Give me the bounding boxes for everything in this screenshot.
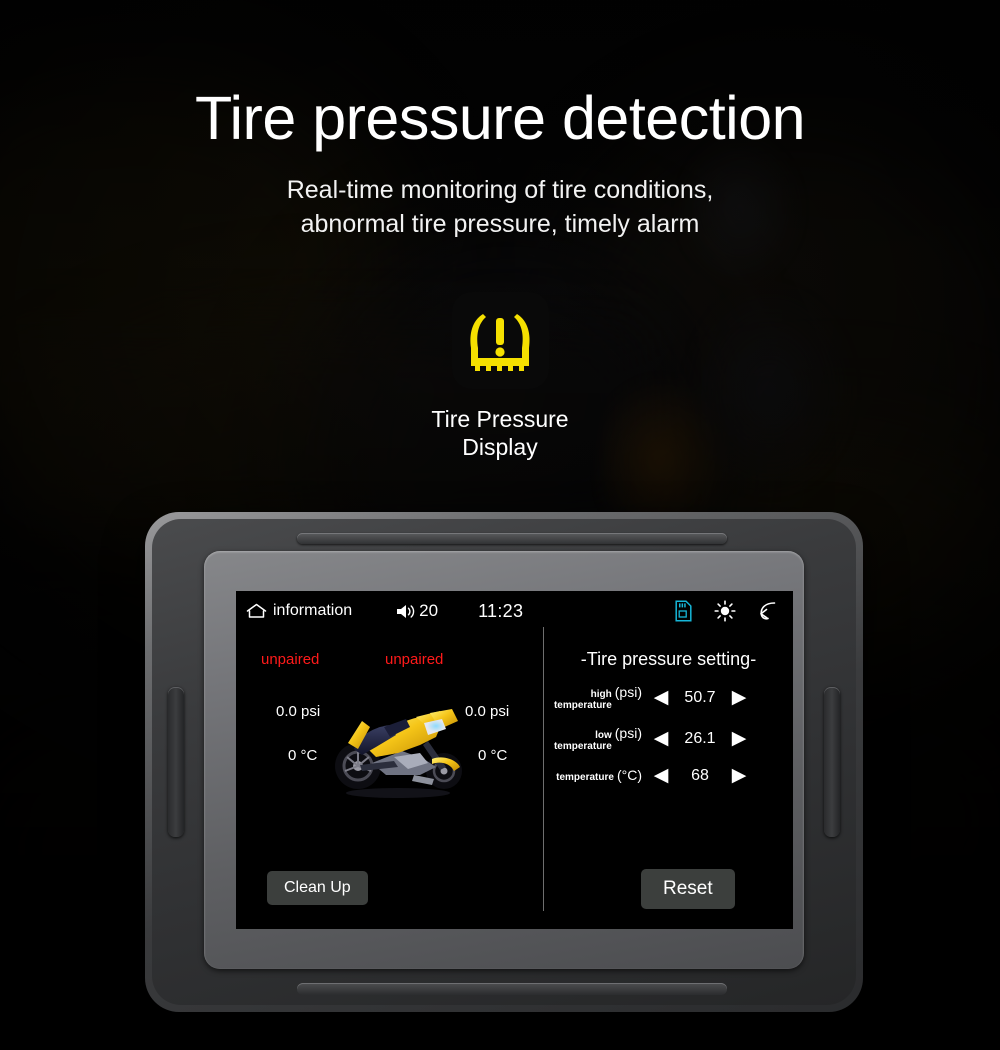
- device-bottom-groove: [297, 983, 727, 995]
- tpms-caption-line-2: Display: [462, 434, 538, 461]
- tire-status-panel: unpaired unpaired 0.0 psi 0.0 psi 0 °C 0…: [236, 631, 543, 929]
- decrease-temperature-button[interactable]: ◀: [648, 766, 674, 785]
- front-tire-status: unpaired: [261, 651, 320, 668]
- low-temperature-value: 26.1: [684, 729, 716, 747]
- setting-row-high-temperature: high temperature (psi) ◀ 50.7 ▶: [544, 684, 793, 711]
- setting-label: high temperature (psi): [550, 684, 642, 711]
- tire-pressure-warning-icon: [470, 313, 530, 371]
- page-subtitle: Real-time monitoring of tire conditions,…: [0, 174, 1000, 242]
- device-side-button-right[interactable]: [824, 687, 840, 837]
- tpms-caption-line-1: Tire Pressure: [431, 406, 569, 432]
- setting-label-line2: temperature: [553, 699, 612, 711]
- device-top-groove: [297, 533, 727, 544]
- setting-label-words: temperature: [556, 773, 614, 784]
- subtitle-line-1: Real-time monitoring of tire conditions,: [286, 176, 714, 205]
- setting-panel-title: -Tire pressure setting-: [580, 649, 757, 669]
- setting-row-temperature: temperature (°C) ◀ 68 ▶: [544, 766, 793, 785]
- status-bar: information 20 11:23: [236, 591, 793, 631]
- setting-unit: (psi): [614, 684, 642, 700]
- setting-label-line1: high: [590, 689, 612, 700]
- setting-row-low-temperature: low temperature (psi) ◀ 26.1 ▶: [544, 725, 793, 752]
- home-icon: [246, 603, 267, 618]
- setting-label-line2: temperature: [553, 740, 612, 752]
- tire-pressure-setting-panel: -Tire pressure setting- high temperature…: [544, 631, 793, 929]
- motorcycle-illustration: [324, 693, 472, 798]
- high-temperature-value: 50.7: [684, 688, 716, 706]
- speaker-icon: [397, 604, 415, 618]
- tpms-badge-section: Tire Pressure Display: [0, 292, 1000, 461]
- rear-tire-pressure: 0.0 psi: [465, 703, 510, 720]
- tpms-badge: [451, 292, 549, 389]
- front-tire-pressure: 0.0 psi: [276, 703, 321, 720]
- decrease-high-temperature-button[interactable]: ◀: [648, 688, 674, 707]
- back-arrow-icon[interactable]: [758, 600, 779, 622]
- clean-up-button[interactable]: Clean Up: [267, 871, 368, 905]
- setting-label: low temperature (psi): [550, 725, 642, 752]
- reset-button[interactable]: Reset: [641, 869, 735, 909]
- hero-section: Tire pressure detection Real-time monito…: [0, 0, 1000, 242]
- home-label: information: [273, 602, 353, 619]
- volume-control[interactable]: 20: [396, 601, 438, 621]
- sd-card-icon[interactable]: [675, 600, 692, 622]
- setting-label: temperature (°C): [550, 767, 642, 784]
- brightness-sun-icon[interactable]: [714, 600, 736, 622]
- setting-label-line2: temperature: [556, 772, 614, 784]
- status-bar-right-icons: [675, 600, 783, 622]
- setting-label-line1: low: [595, 730, 612, 741]
- device-screen: information 20 11:23 unpaired unpaired 0…: [236, 591, 793, 929]
- decrease-low-temperature-button[interactable]: ◀: [648, 729, 674, 748]
- volume-value: 20: [419, 601, 439, 620]
- increase-low-temperature-button[interactable]: ▶: [726, 729, 752, 748]
- setting-label-words: low temperature: [553, 730, 612, 752]
- increase-temperature-button[interactable]: ▶: [726, 766, 752, 785]
- rear-tire-temperature: 0 °C: [478, 747, 508, 764]
- temperature-value: 68: [691, 766, 709, 784]
- front-tire-temperature: 0 °C: [288, 747, 318, 764]
- subtitle-line-2: abnormal tire pressure, timely alarm: [300, 209, 700, 238]
- setting-label-words: high temperature: [553, 689, 612, 711]
- home-button[interactable]: information: [246, 602, 352, 620]
- page-title: Tire pressure detection: [194, 84, 806, 152]
- increase-high-temperature-button[interactable]: ▶: [726, 688, 752, 707]
- clock: 11:23: [478, 600, 524, 621]
- tpms-badge-caption: Tire Pressure Display: [0, 405, 1000, 461]
- rear-tire-status: unpaired: [385, 651, 444, 668]
- device-side-button-left[interactable]: [168, 687, 184, 837]
- setting-unit: (°C): [616, 767, 642, 784]
- setting-unit: (psi): [614, 725, 642, 741]
